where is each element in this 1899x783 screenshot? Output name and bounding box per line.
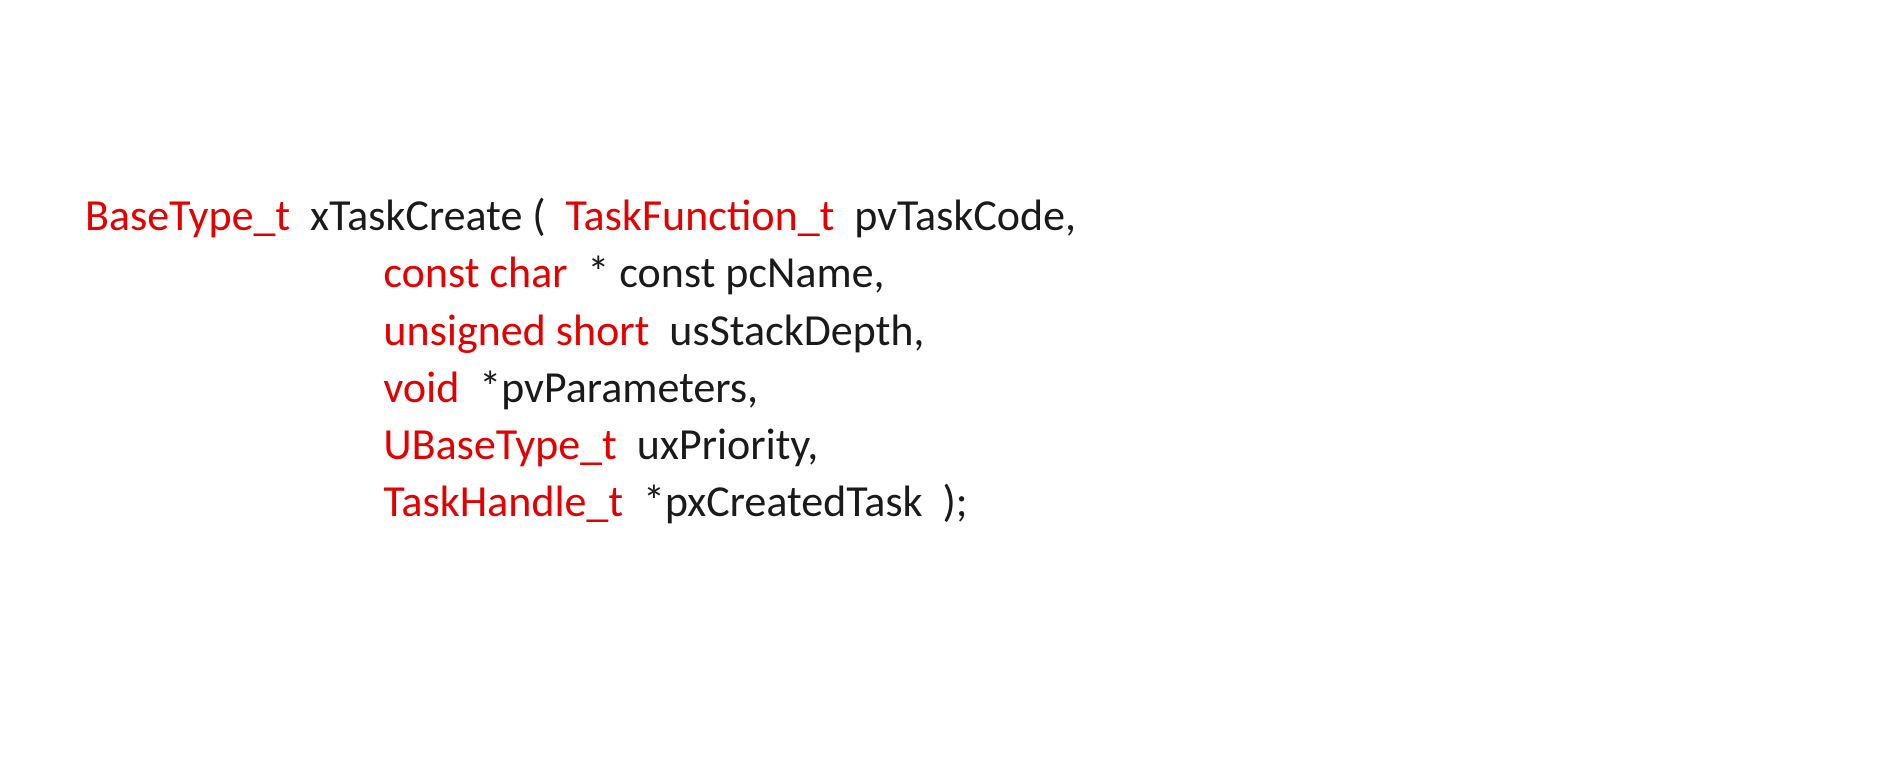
function-name: xTaskCreate bbox=[310, 188, 522, 242]
param-name-3: pvParameters, bbox=[501, 360, 758, 414]
param-name-1: pcName, bbox=[725, 245, 884, 299]
param-type-4: UBaseType_t bbox=[383, 417, 616, 471]
param-type-3: void bbox=[383, 360, 469, 414]
param-type-5: TaskHandle_t bbox=[383, 474, 633, 528]
param-ptr-5: * bbox=[643, 474, 665, 528]
param-name-4: uxPriority, bbox=[637, 417, 818, 471]
param-type-2: unsigned short bbox=[383, 303, 649, 357]
param-type-0: TaskFunction_t bbox=[566, 188, 835, 242]
param-name-5: pxCreatedTask ); bbox=[665, 474, 968, 528]
return-type: BaseType_t bbox=[85, 188, 290, 242]
param-const2-1: const bbox=[619, 245, 725, 299]
function-signature: BaseType_t xTaskCreate ( TaskFunction_t … bbox=[85, 130, 1076, 530]
param-ptr-1: * bbox=[587, 245, 619, 299]
param-name-0: pvTaskCode, bbox=[854, 188, 1076, 242]
param-name-2: usStackDepth, bbox=[669, 303, 924, 357]
param-ptr-3: * bbox=[479, 360, 501, 414]
param-type-1: const char bbox=[383, 245, 577, 299]
